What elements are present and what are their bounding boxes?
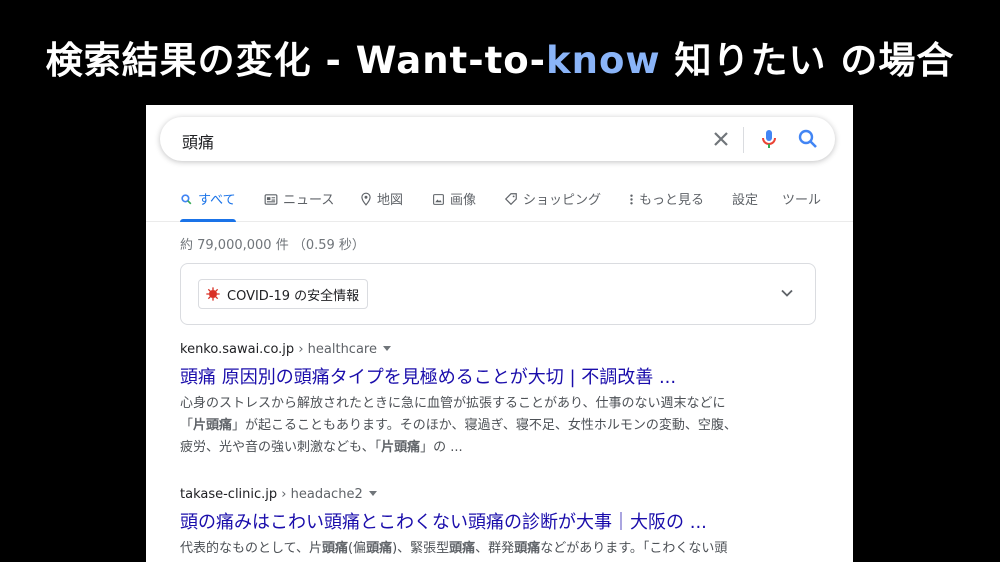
snippet-line: 疲労、光や音の強い刺激なども、「片頭痛」の ... <box>180 440 463 455</box>
tab-label: ショッピング <box>523 193 602 208</box>
tab-label: もっと見る <box>639 193 705 208</box>
snippet-keyword: 頭痛 <box>366 541 393 556</box>
snippet-line: 心身のストレスから解放されたときに急に血管が拡張することがあり、仕事のない週末な… <box>180 396 726 411</box>
slide-title-highlight: know <box>546 39 661 82</box>
slide-title-part1: 検索結果の変化 - Want-to- <box>45 39 547 82</box>
result-domain: takase-clinic.jp <box>180 487 278 502</box>
dropdown-arrow-icon[interactable] <box>368 491 377 496</box>
tab-label: ツール <box>782 193 822 208</box>
result-url[interactable]: takase-clinic.jp › headache2 <box>180 487 820 502</box>
tab-images[interactable]: 画像 <box>432 189 476 219</box>
search-input[interactable]: 頭痛 <box>182 129 214 153</box>
tab-more[interactable]: もっと見る <box>629 189 704 219</box>
tab-label: ニュース <box>283 193 335 208</box>
result-path: › healthcare <box>294 342 377 357</box>
result-title-link[interactable]: 頭痛 原因別の頭痛タイプを見極めることが大切 | 不調改善 ... <box>180 363 820 389</box>
tab-label: 設定 <box>732 193 759 208</box>
close-icon[interactable] <box>709 127 733 151</box>
covid-chip-label: COVID-19 の安全情報 <box>227 288 360 304</box>
snippet-keyword: 片頭痛 <box>193 418 233 433</box>
tab-maps[interactable]: 地図 <box>360 189 403 219</box>
result-stats: 約 79,000,000 件 （0.59 秒） <box>180 238 365 253</box>
chevron-down-icon[interactable] <box>777 283 797 303</box>
map-pin-icon <box>361 192 371 206</box>
active-tab-indicator <box>180 219 236 222</box>
snippet-keyword: 頭痛 <box>514 541 541 556</box>
result-domain: kenko.sawai.co.jp <box>180 342 295 357</box>
slide-title: 検索結果の変化 - Want-to-know 知りたい の場合 <box>0 30 1000 84</box>
tab-label: 地図 <box>377 193 404 208</box>
covid-info-card[interactable]: COVID-19 の安全情報 <box>180 263 816 325</box>
result-path: › headache2 <box>277 487 363 502</box>
image-icon <box>433 194 444 205</box>
news-icon <box>264 194 278 205</box>
snippet-line: 代表的なものとして、片頭痛(偏頭痛)、緊張型頭痛、群発頭痛などがあります。「こわ… <box>180 541 728 556</box>
snippet-keyword: 頭痛 <box>449 541 476 556</box>
search-result: kenko.sawai.co.jp › healthcare 頭痛 原因別の頭痛… <box>180 342 820 459</box>
tag-icon <box>504 193 517 206</box>
mic-icon[interactable] <box>757 127 781 151</box>
search-result: takase-clinic.jp › headache2 頭の痛みはこわい頭痛と… <box>180 487 820 560</box>
dropdown-arrow-icon[interactable] <box>382 346 391 351</box>
tab-settings[interactable]: 設定 <box>732 189 758 219</box>
tab-tools[interactable]: ツール <box>782 189 821 219</box>
tab-all[interactable]: すべて <box>180 189 236 222</box>
search-box[interactable]: 頭痛 <box>160 117 835 161</box>
snippet-keyword: 頭痛 <box>321 541 348 556</box>
result-title-link[interactable]: 頭の痛みはこわい頭痛とこわくない頭痛の診断が大事｜大阪の ... <box>180 508 820 534</box>
snippet-line: 「片頭痛」が起こることもあります。そのほか、寝過ぎ、寝不足、女性ホルモンの変動、… <box>180 418 737 433</box>
result-url[interactable]: kenko.sawai.co.jp › healthcare <box>180 342 820 357</box>
virus-icon <box>206 287 220 301</box>
tab-label: すべて <box>198 193 236 208</box>
slide-title-part2: 知りたい の場合 <box>660 39 955 82</box>
search-icon[interactable] <box>796 127 820 151</box>
search-tabs: すべて ニュース 地図 画像 ショッピング もっと見る 設定 ツール <box>146 181 853 222</box>
search-results-screenshot: 頭痛 すべて ニュース 地図 画像 ショッピング もっと見る 設定 ツール 約 … <box>146 105 853 562</box>
result-snippet: 代表的なものとして、片頭痛(偏頭痛)、緊張型頭痛、群発頭痛などがあります。「こわ… <box>180 538 820 560</box>
tab-news[interactable]: ニュース <box>264 189 334 219</box>
result-snippet: 心身のストレスから解放されたときに急に血管が拡張することがあり、仕事のない週末な… <box>180 393 820 459</box>
tab-label: 画像 <box>450 193 477 208</box>
searchbox-divider <box>743 127 744 153</box>
more-vert-icon <box>630 194 633 205</box>
snippet-keyword: 片頭痛 <box>381 440 421 455</box>
covid-chip[interactable]: COVID-19 の安全情報 <box>198 279 369 309</box>
tab-shopping[interactable]: ショッピング <box>504 189 601 219</box>
search-icon <box>181 194 192 205</box>
